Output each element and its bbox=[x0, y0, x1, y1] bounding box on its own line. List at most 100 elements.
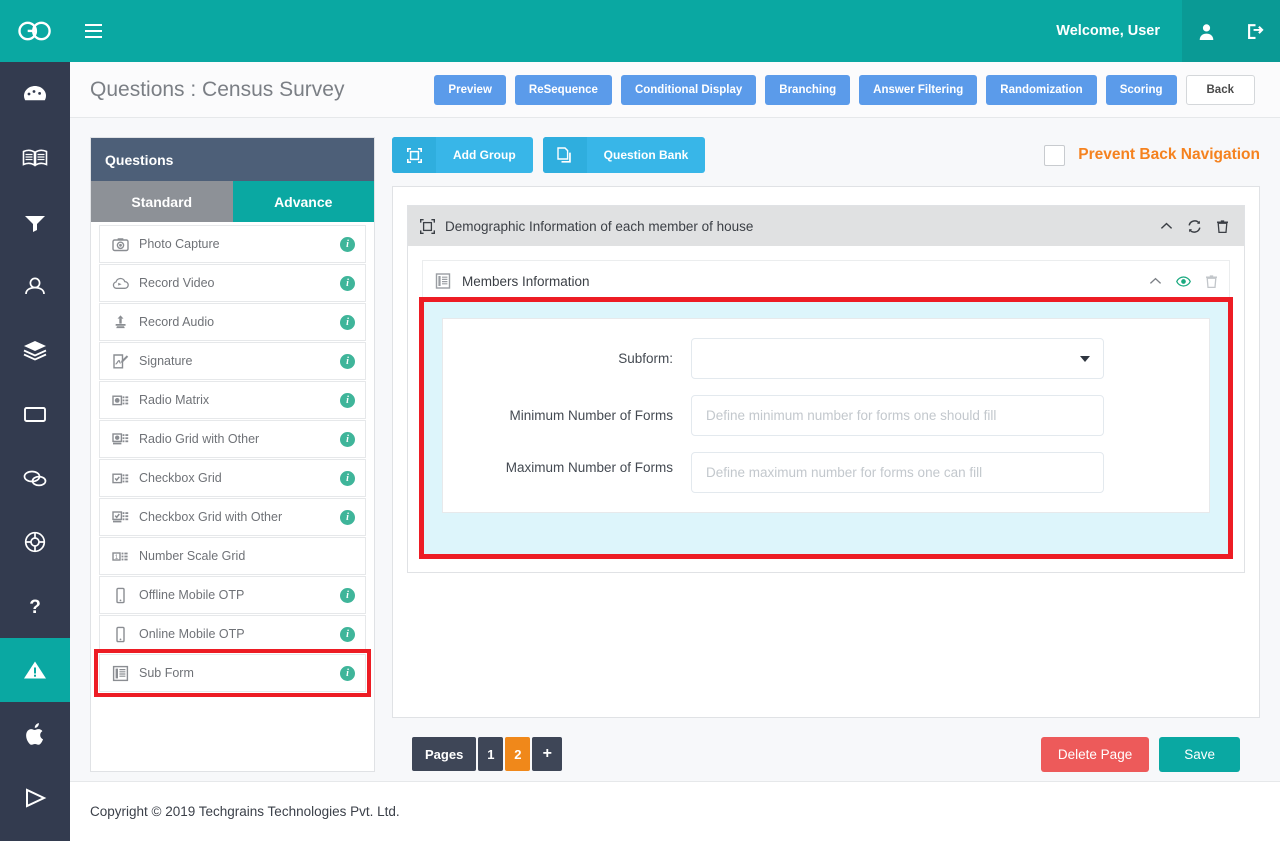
brand-logo[interactable] bbox=[0, 0, 70, 62]
checkbox-grid-other-icon bbox=[108, 509, 132, 526]
chevron-up-icon[interactable] bbox=[1148, 274, 1163, 289]
conditional-display-button[interactable]: Conditional Display bbox=[620, 74, 757, 105]
question-type-item[interactable]: Checkbox Grid with Other i bbox=[99, 498, 366, 536]
group-header: Demographic Information of each member o… bbox=[408, 206, 1244, 246]
answer-filtering-button[interactable]: Answer Filtering bbox=[859, 74, 978, 105]
branching-button[interactable]: Branching bbox=[765, 74, 851, 105]
question-type-item[interactable]: Sub Form i bbox=[94, 649, 371, 697]
subform-settings-panel: Subform: Minimum Number of Forms Define … bbox=[419, 297, 1233, 559]
info-icon[interactable]: i bbox=[340, 353, 355, 369]
lifebuoy-icon bbox=[24, 531, 46, 553]
layers-icon bbox=[23, 341, 47, 361]
info-icon[interactable]: i bbox=[340, 275, 355, 291]
rail-item-monitor[interactable] bbox=[0, 382, 70, 446]
question-type-item[interactable]: 1 Number Scale Grid bbox=[99, 537, 366, 575]
logout-button[interactable] bbox=[1231, 0, 1280, 62]
info-icon[interactable]: i bbox=[340, 665, 355, 681]
prevent-back-navigation-control: Prevent Back Navigation bbox=[1044, 144, 1260, 166]
play-store-icon bbox=[26, 788, 47, 808]
question-card-title: Members Information bbox=[462, 273, 590, 289]
trash-icon[interactable] bbox=[1204, 274, 1219, 289]
page-action-row: Pages 1 2 + Delete Page Save bbox=[392, 718, 1260, 778]
rail-item-chat[interactable] bbox=[0, 446, 70, 510]
user-icon bbox=[25, 277, 45, 295]
question-type-item[interactable]: Radio Grid with Other i bbox=[99, 420, 366, 458]
rail-item-filter[interactable] bbox=[0, 190, 70, 254]
hamburger-menu-icon[interactable] bbox=[70, 0, 116, 62]
randomization-button[interactable]: Randomization bbox=[986, 74, 1097, 105]
maximum-forms-input[interactable] bbox=[691, 452, 1104, 493]
question-bank-label: Question Bank bbox=[603, 148, 689, 162]
subform-select[interactable] bbox=[691, 338, 1104, 379]
user-profile-button[interactable] bbox=[1182, 0, 1231, 62]
question-card-header: Members Information bbox=[423, 261, 1229, 301]
header-action-buttons: Preview ReSequence Conditional Display B… bbox=[434, 74, 1255, 105]
info-icon[interactable]: i bbox=[340, 236, 355, 252]
info-icon[interactable]: i bbox=[340, 587, 355, 603]
rail-item-user[interactable] bbox=[0, 254, 70, 318]
pager-add-page-button[interactable]: + bbox=[532, 737, 563, 771]
rail-item-ios-app[interactable] bbox=[0, 702, 70, 766]
go-logo-icon bbox=[18, 21, 51, 41]
question-type-label: Checkbox Grid with Other bbox=[139, 510, 283, 524]
question-type-item[interactable]: Photo Capture i bbox=[99, 225, 366, 263]
question-type-item[interactable]: Online Mobile OTP i bbox=[99, 615, 366, 653]
info-icon[interactable]: i bbox=[340, 626, 355, 642]
rail-item-book[interactable] bbox=[0, 126, 70, 190]
group-card: Demographic Information of each member o… bbox=[407, 205, 1245, 573]
rail-item-alerts[interactable] bbox=[0, 638, 70, 702]
info-icon[interactable]: i bbox=[340, 392, 355, 408]
resequence-button[interactable]: ReSequence bbox=[514, 74, 612, 105]
info-icon[interactable]: i bbox=[340, 431, 355, 447]
question-type-item[interactable]: Record Audio i bbox=[99, 303, 366, 341]
preview-button[interactable]: Preview bbox=[434, 74, 506, 105]
back-button[interactable]: Back bbox=[1185, 74, 1255, 105]
minimum-forms-input[interactable] bbox=[691, 395, 1104, 436]
prevent-back-navigation-checkbox[interactable] bbox=[1044, 144, 1066, 166]
delete-page-button[interactable]: Delete Page bbox=[1040, 736, 1150, 772]
filter-icon bbox=[25, 216, 45, 232]
question-bank-button[interactable]: Question Bank bbox=[542, 137, 706, 173]
rail-item-dashboard[interactable] bbox=[0, 62, 70, 126]
rail-item-support[interactable] bbox=[0, 510, 70, 574]
rail-item-layers[interactable] bbox=[0, 318, 70, 382]
scoring-button[interactable]: Scoring bbox=[1105, 74, 1177, 105]
question-type-label: Record Video bbox=[139, 276, 215, 290]
add-group-button[interactable]: Add Group bbox=[392, 137, 533, 173]
welcome-text: Welcome, User bbox=[1056, 23, 1160, 39]
pager-page-1[interactable]: 1 bbox=[478, 737, 504, 771]
page-header: Questions : Census Survey Preview ReSequ… bbox=[70, 62, 1280, 118]
trash-icon[interactable] bbox=[1215, 219, 1230, 234]
question-mark-icon: ? bbox=[29, 597, 41, 618]
eye-icon[interactable] bbox=[1176, 274, 1191, 289]
question-type-item[interactable]: Radio Matrix i bbox=[99, 381, 366, 419]
rail-item-android-app[interactable] bbox=[0, 766, 70, 830]
refresh-icon[interactable] bbox=[1187, 219, 1202, 234]
content-toolbar: Add Group Question Bank Prevent Back Nav… bbox=[392, 137, 1260, 173]
signature-pad-icon bbox=[108, 353, 132, 370]
page-body: Questions Standard Advance Photo Capture… bbox=[70, 118, 1280, 778]
pager-page-2[interactable]: 2 bbox=[505, 737, 531, 771]
subform-icon bbox=[435, 273, 451, 289]
rail-item-help[interactable]: ? bbox=[0, 574, 70, 638]
question-type-item[interactable]: Signature i bbox=[99, 342, 366, 380]
chat-bubbles-icon bbox=[23, 470, 47, 487]
question-type-item[interactable]: Offline Mobile OTP i bbox=[99, 576, 366, 614]
book-icon bbox=[22, 149, 48, 167]
question-type-item[interactable]: Checkbox Grid i bbox=[99, 459, 366, 497]
save-button[interactable]: Save bbox=[1159, 736, 1240, 772]
info-icon[interactable]: i bbox=[340, 314, 355, 330]
info-icon[interactable]: i bbox=[340, 470, 355, 486]
microphone-upload-icon bbox=[108, 314, 132, 331]
tab-advance[interactable]: Advance bbox=[232, 181, 374, 222]
questions-panel-header: Questions bbox=[91, 138, 374, 181]
minimum-forms-row: Minimum Number of Forms bbox=[443, 395, 1187, 436]
page-pager: Pages 1 2 + bbox=[412, 737, 563, 771]
info-icon[interactable]: i bbox=[340, 509, 355, 525]
chevron-up-icon[interactable] bbox=[1159, 219, 1174, 234]
minimum-forms-label: Minimum Number of Forms bbox=[509, 408, 673, 423]
question-type-item[interactable]: Record Video i bbox=[99, 264, 366, 302]
logout-icon bbox=[1248, 23, 1264, 39]
tab-standard[interactable]: Standard bbox=[91, 181, 233, 222]
maximum-forms-label: Maximum Number of Forms bbox=[505, 460, 673, 475]
